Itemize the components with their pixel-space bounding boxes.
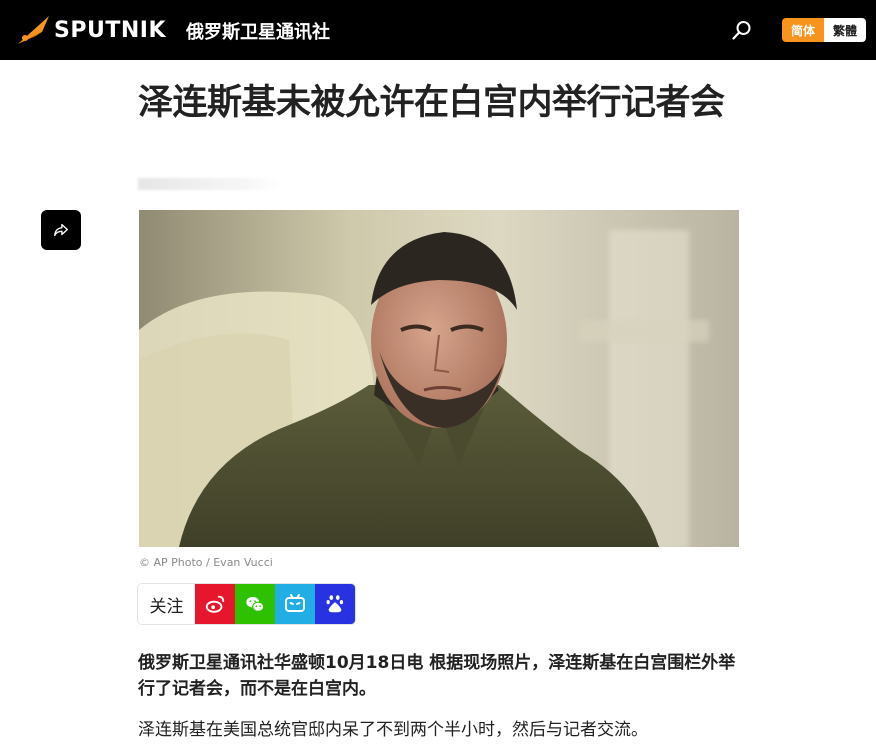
article-date-placeholder — [138, 178, 280, 190]
baidu-icon — [326, 595, 344, 613]
follow-button[interactable]: 关注 — [138, 584, 195, 624]
article-lead: 俄罗斯卫星通讯社华盛顿10月18日电 根据现场照片，泽连斯基在白宫围栏外举行了记… — [138, 653, 736, 699]
weibo-share-button[interactable] — [195, 584, 235, 624]
share-button[interactable] — [41, 210, 81, 250]
top-bar: SPUTNIK 俄罗斯卫星通讯社 简体 繁體 — [0, 0, 876, 60]
bilibili-share-button[interactable] — [275, 584, 315, 624]
article-paragraph: 泽连斯基在美国总统官邸内呆了不到两个半小时，然后与记者交流。 — [138, 720, 648, 740]
brand-subtitle: 俄罗斯卫星通讯社 — [186, 22, 330, 43]
brand-name: SPUTNIK — [54, 17, 166, 43]
lang-simplified-button[interactable]: 简体 — [782, 18, 824, 42]
zelensky-photo-illustration — [139, 210, 739, 547]
wechat-icon — [246, 596, 265, 612]
bilibili-icon — [285, 594, 305, 612]
weibo-icon — [205, 595, 225, 613]
social-share-bar: 关注 — [138, 584, 355, 624]
share-arrow-icon — [54, 223, 68, 237]
language-switcher: 简体 繁體 — [782, 18, 866, 42]
search-icon[interactable] — [731, 19, 753, 41]
photo-credit: © AP Photo / Evan Vucci — [139, 556, 273, 569]
sputnik-logo[interactable]: SPUTNIK — [16, 14, 166, 46]
wechat-share-button[interactable] — [235, 584, 275, 624]
article-photo — [139, 210, 739, 547]
article-title: 泽连斯基未被允许在白宫内举行记者会 — [138, 83, 725, 123]
sputnik-logo-icon — [18, 16, 49, 44]
baidu-share-button[interactable] — [315, 584, 355, 624]
lang-traditional-button[interactable]: 繁體 — [824, 18, 866, 42]
